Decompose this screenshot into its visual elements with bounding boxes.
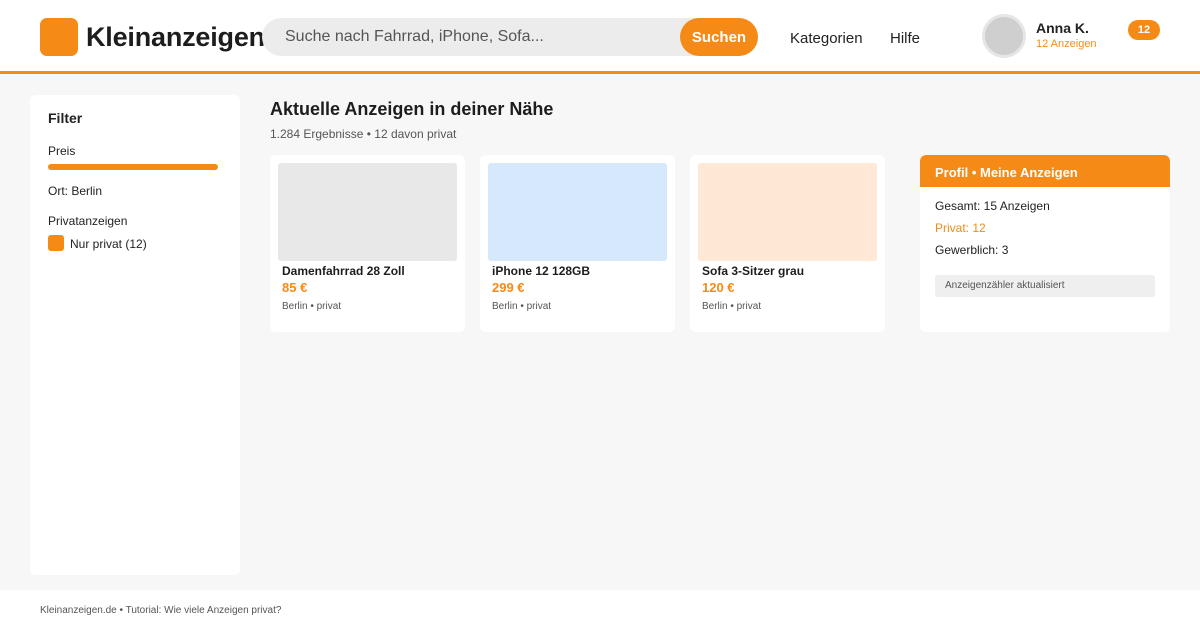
avatar[interactable]	[982, 14, 1026, 58]
profile-header[interactable]: Profil • Meine Anzeigen	[920, 155, 1170, 187]
listing-price: 120 €	[702, 280, 735, 295]
private-only-label[interactable]: Nur privat (12)	[70, 237, 147, 251]
search-button[interactable]: Suchen	[680, 18, 758, 56]
listing-meta: Berlin • privat	[702, 301, 762, 312]
footer: Kleinanzeigen.de • Tutorial: Wie viele A…	[0, 590, 1200, 630]
listing-price: 85 €	[282, 280, 308, 295]
listing-title[interactable]: Damenfahrrad 28 Zoll	[282, 264, 405, 278]
search-bar: Suche n	[262, 18, 758, 56]
listing-price: 299 €	[492, 280, 525, 295]
logo-icon[interactable]	[40, 18, 78, 56]
listing-image[interactable]	[698, 163, 877, 261]
listing-title[interactable]: iPhone 12 128GB	[492, 264, 590, 278]
header: Kleinanzeigen Suchen Kategorien Hilfe An…	[0, 0, 1200, 74]
price-label: Preis	[48, 144, 76, 158]
profile-panel: Profil • Meine Anzeigen Gesamt: 15 Anzei…	[920, 155, 1170, 332]
profile-header-text[interactable]: Profil • Meine Anzeigen	[935, 165, 1078, 180]
notification-badge[interactable]: 12	[1128, 20, 1160, 40]
search-input[interactable]	[262, 18, 682, 56]
user-ads-count[interactable]: 12 Anzeigen	[1036, 38, 1097, 50]
logo-text[interactable]: Kleinanzeigen	[86, 22, 265, 53]
page-title: Aktuelle Anzeigen in deiner Nähe	[270, 99, 554, 119]
listing-image[interactable]	[488, 163, 667, 261]
location-filter[interactable]: Ort: Berlin	[48, 184, 102, 198]
user-name[interactable]: Anna K.	[1036, 20, 1089, 36]
listing-meta: Berlin • privat	[492, 301, 552, 312]
private-only-checkbox[interactable]	[48, 235, 64, 251]
listing-card[interactable]: Damenfahrrad 28 Zoll 85 € Berlin • priva…	[270, 155, 465, 332]
listing-card[interactable]: iPhone 12 128GB 299 € Berlin • privat	[480, 155, 675, 332]
nav-kategorien[interactable]: Kategorien	[790, 30, 863, 47]
price-slider[interactable]	[48, 164, 218, 170]
listing-meta: Berlin • privat	[282, 301, 342, 312]
commercial-ads: Gewerblich: 3	[935, 243, 1009, 257]
listing-card[interactable]: Sofa 3-Sitzer grau 120 € Berlin • privat	[690, 155, 885, 332]
filter-title: Filter	[48, 110, 83, 126]
results-count: 1.284 Ergebnisse • 12 davon privat	[270, 127, 457, 141]
status-badge: Anzeigenzähler aktualisiert	[935, 275, 1155, 297]
filter-sidebar: Filter Preis Ort: Berlin Privatanzeigen …	[30, 95, 240, 575]
footer-text: Kleinanzeigen.de • Tutorial: Wie viele A…	[40, 605, 282, 616]
listing-title[interactable]: Sofa 3-Sitzer grau	[702, 264, 804, 278]
private-filter-label: Privatanzeigen	[48, 214, 128, 228]
private-ads: Privat: 12	[935, 221, 986, 235]
listing-image[interactable]	[278, 163, 457, 261]
nav-hilfe[interactable]: Hilfe	[890, 30, 920, 47]
total-ads: Gesamt: 15 Anzeigen	[935, 199, 1050, 213]
